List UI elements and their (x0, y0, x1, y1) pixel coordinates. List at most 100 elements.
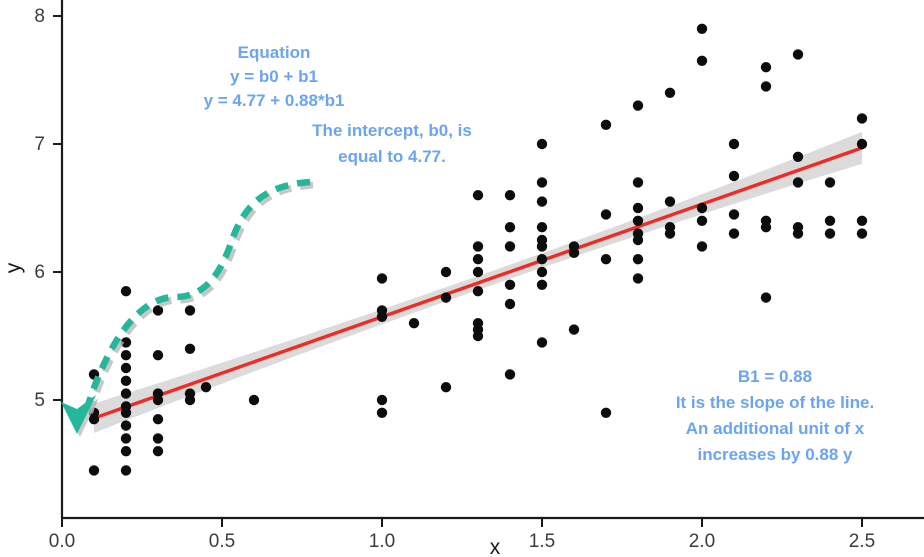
scatter-point (696, 215, 708, 226)
y-tick-label: 7 (34, 134, 45, 155)
x-tick-label: 2.0 (689, 531, 715, 552)
scatter-point (152, 394, 164, 406)
scatter-point (472, 330, 484, 342)
scatter-point (472, 241, 484, 252)
scatter-point (632, 177, 644, 188)
scatter-point (728, 209, 740, 220)
scatter-point (536, 266, 548, 278)
scatter-point (120, 362, 132, 374)
scatter-point (504, 190, 516, 201)
scatter-point (856, 113, 868, 124)
scatter-point (504, 279, 516, 290)
y-axis-ticks: 5 6 7 8 (34, 6, 62, 411)
scatter-point (504, 241, 516, 252)
scatter-point (760, 81, 772, 92)
scatter-point (824, 228, 836, 239)
y-tick-label: 5 (34, 390, 45, 411)
x-axis-ticks: 0.0 0.5 1.0 1.5 2.0 2.5 (49, 518, 875, 552)
scatter-point (728, 138, 740, 150)
scatter-point (88, 465, 100, 476)
scatter-point (728, 228, 740, 239)
scatter-point (696, 202, 708, 214)
scatter-point (184, 305, 196, 316)
plot-canvas: 0.0 0.5 1.0 1.5 2.0 2.5 5 6 7 8 (34, 0, 924, 552)
regression-fit-line (92, 146, 864, 420)
scatter-point (376, 407, 388, 418)
x-tick-label: 2.5 (849, 531, 875, 552)
scatter-point (600, 407, 612, 418)
scatter-point (536, 241, 548, 252)
scatter-point (504, 369, 516, 380)
fit-line-segment (92, 146, 864, 420)
scatter-point (792, 151, 804, 162)
scatter-point (792, 49, 804, 60)
scatter-point (760, 292, 772, 303)
scatter-point (248, 394, 260, 406)
scatter-point (200, 382, 212, 393)
scatter-point (600, 209, 612, 220)
scatter-point (536, 196, 548, 207)
scatter-point (792, 228, 804, 239)
scatter-point (536, 138, 548, 150)
x-tick-label: 1.0 (369, 531, 395, 552)
scatter-point (120, 433, 132, 444)
scatter-point (440, 292, 452, 303)
scatter-point (504, 222, 516, 233)
scatter-point (184, 343, 196, 354)
scatter-point (728, 170, 740, 182)
scatter-point (120, 286, 132, 297)
scatter-point (600, 254, 612, 265)
scatter-point (632, 273, 644, 284)
scatter-point (472, 286, 484, 297)
scatter-point (536, 279, 548, 290)
scatter-point (536, 337, 548, 348)
scatter-point (152, 414, 164, 425)
scatter-point (824, 215, 836, 226)
scatter-point (472, 266, 484, 278)
scatter-point (120, 420, 132, 431)
scatter-point (664, 196, 676, 207)
scatter-point (536, 177, 548, 188)
scatter-point (632, 215, 644, 226)
scatter-point (664, 228, 676, 239)
scatter-point (408, 318, 420, 329)
scatter-point (120, 407, 132, 418)
x-tick-label: 0.5 (209, 531, 235, 552)
scatter-point (440, 266, 452, 278)
scatter-point (120, 350, 132, 361)
scatter-point (664, 87, 676, 99)
scatter-point (152, 433, 164, 444)
scatter-point (184, 394, 196, 406)
scatter-plot-figure: 0.0 0.5 1.0 1.5 2.0 2.5 5678 y x Equation y =… (0, 0, 924, 557)
scatter-point (696, 55, 708, 66)
scatter-point (824, 177, 836, 188)
scatter-point (152, 446, 164, 457)
scatter-point (120, 465, 132, 476)
scatter-point (632, 254, 644, 265)
scatter-point (632, 234, 644, 246)
x-tick-label: 0.0 (49, 531, 75, 552)
scatter-point (504, 298, 516, 310)
scatter-point (376, 273, 388, 284)
scatter-point (696, 241, 708, 252)
x-tick-label: 1.5 (529, 531, 555, 552)
scatter-point (536, 254, 548, 265)
y-tick-label: 6 (34, 262, 45, 283)
scatter-point (792, 177, 804, 188)
scatter-point (856, 228, 868, 239)
scatter-point (376, 394, 388, 406)
scatter-point (760, 222, 772, 233)
scatter-point (120, 375, 132, 386)
scatter-point (120, 446, 132, 457)
scatter-point (120, 388, 132, 399)
scatter-point (152, 350, 164, 361)
scatter-point (600, 119, 612, 130)
scatter-point (568, 324, 580, 335)
scatter-point (472, 254, 484, 265)
scatter-point (632, 100, 644, 111)
scatter-point (440, 382, 452, 393)
y-tick-label: 8 (34, 6, 45, 27)
scatter-point (856, 215, 868, 226)
scatter-point (568, 247, 580, 258)
scatter-point (696, 23, 708, 34)
